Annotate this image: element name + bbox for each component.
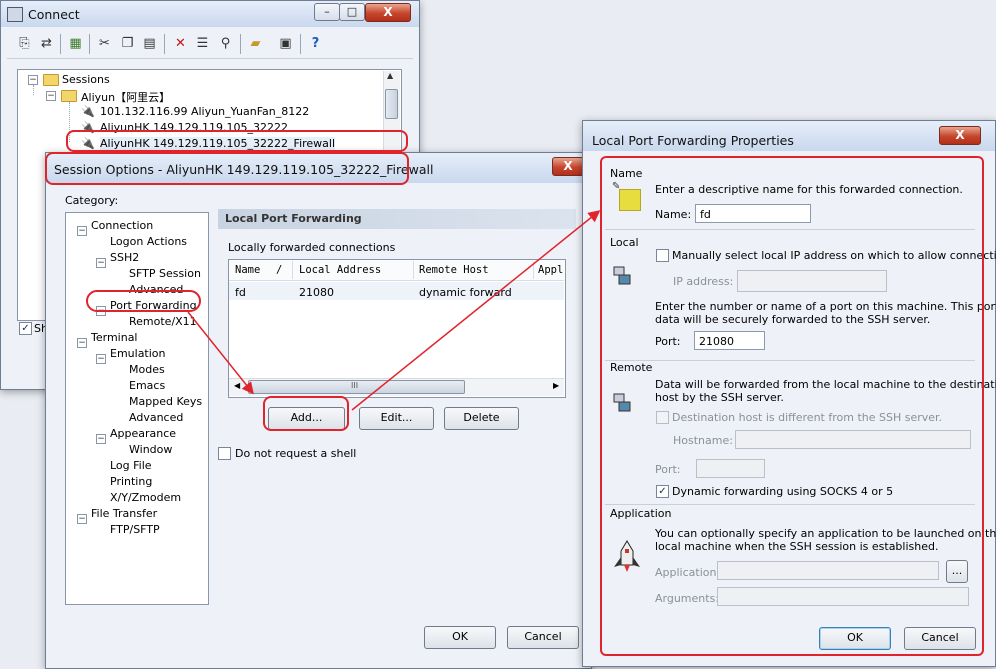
arrow-to-lpf <box>351 210 601 411</box>
arrow-to-add <box>187 311 254 395</box>
annotation-arrows <box>187 210 601 411</box>
